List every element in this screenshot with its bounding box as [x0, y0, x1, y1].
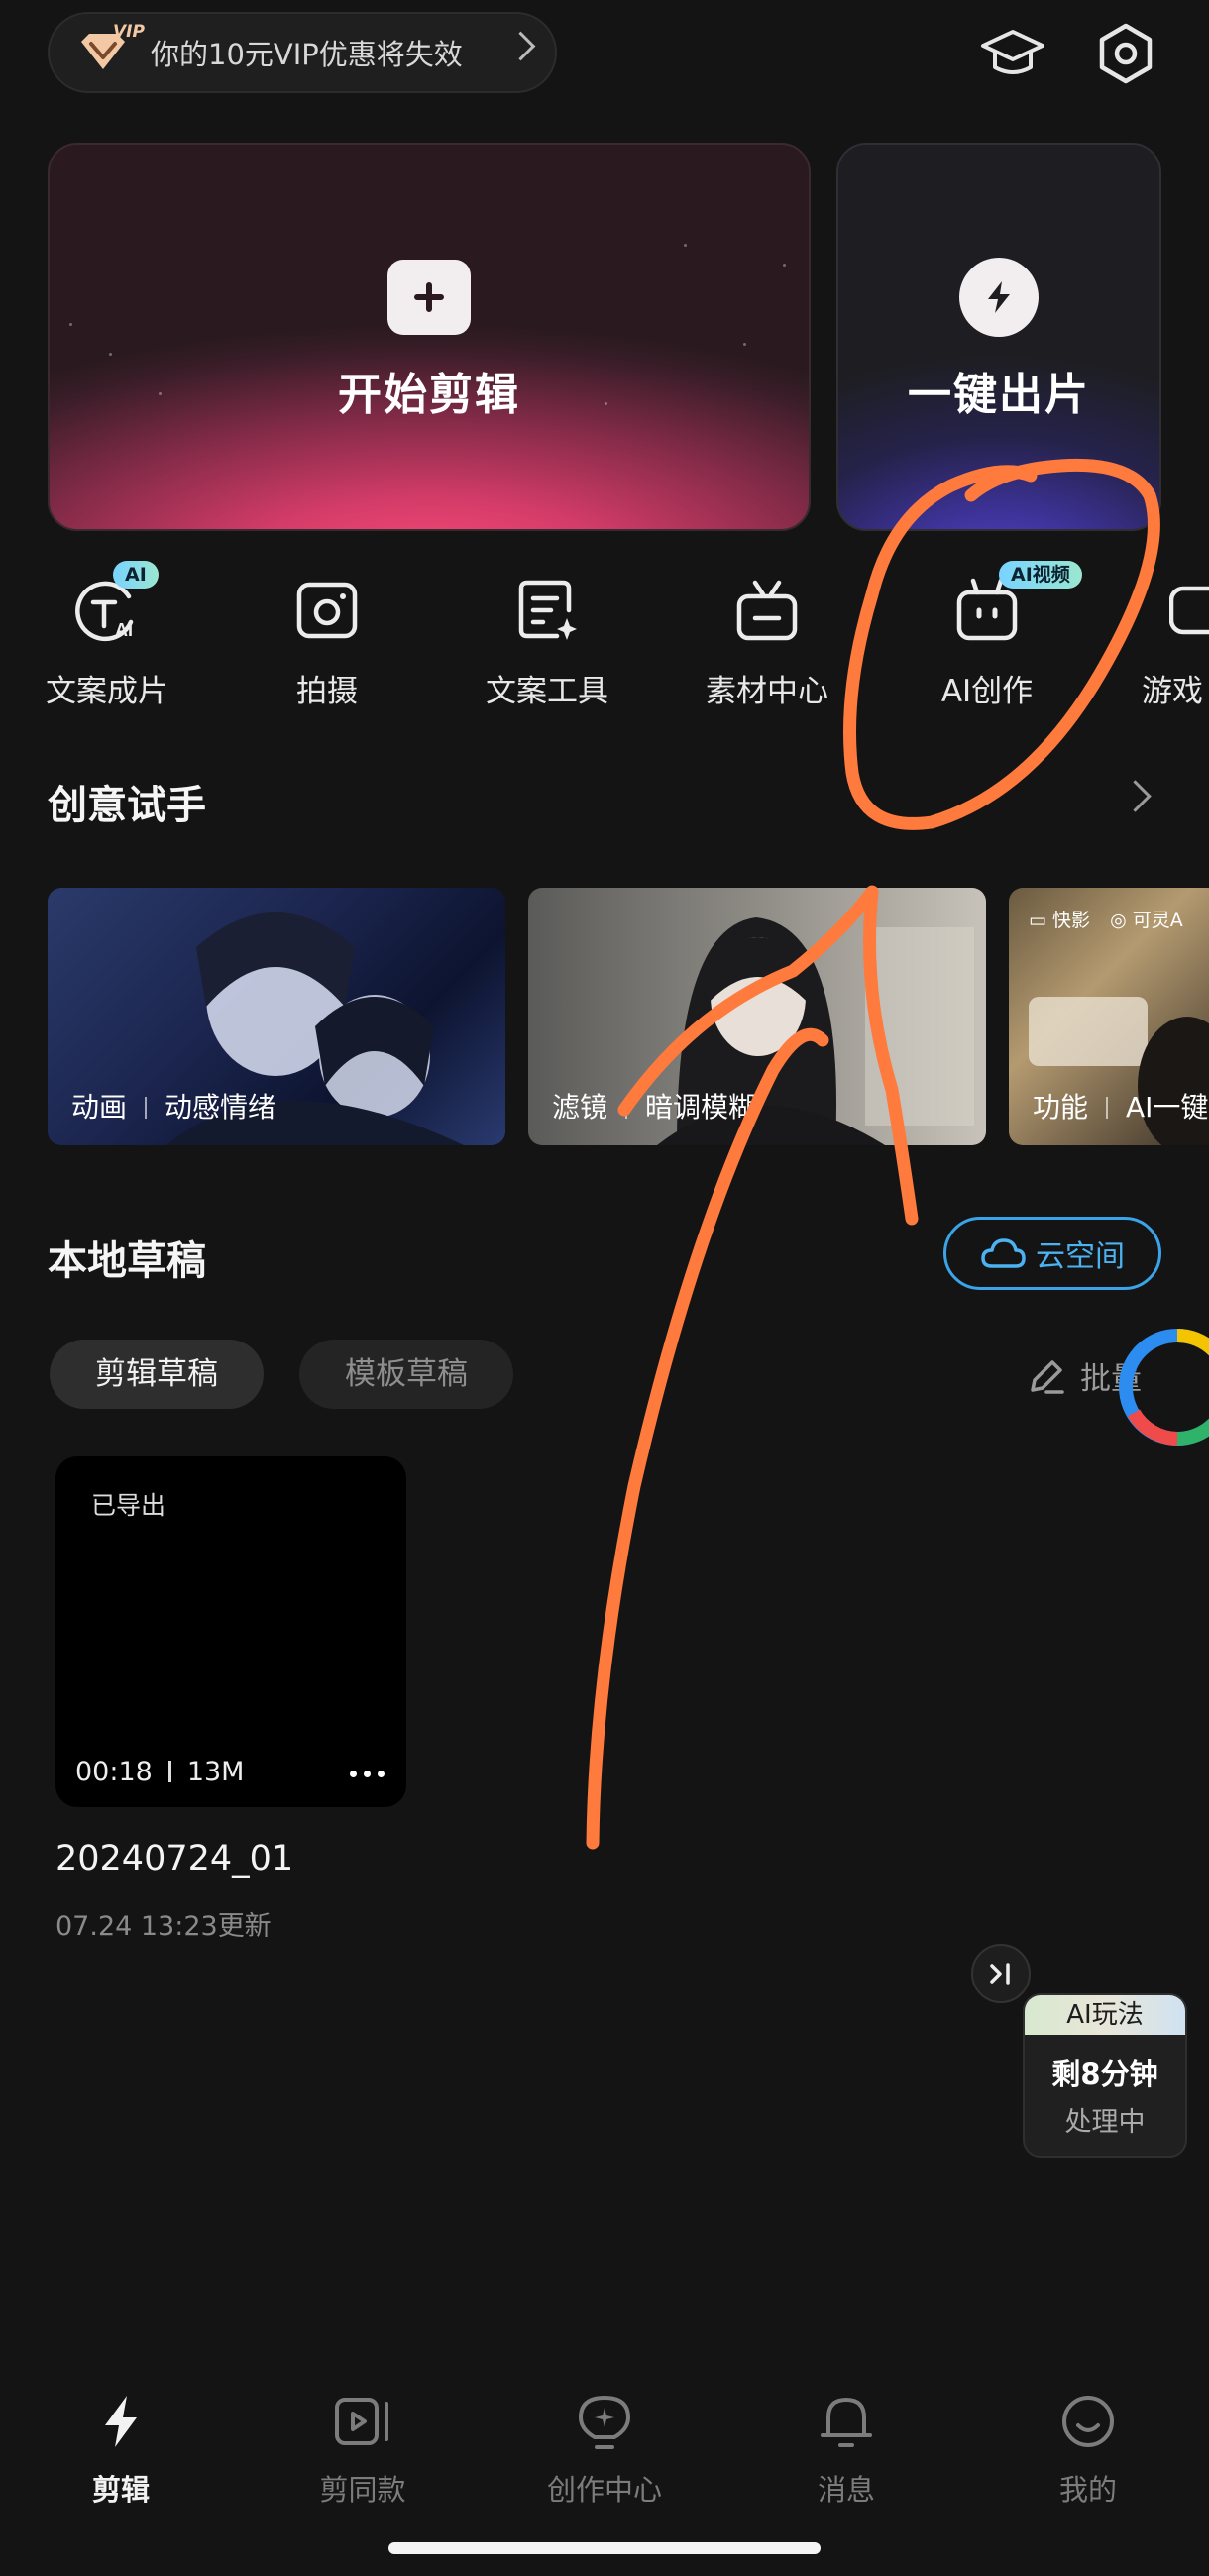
game-icon [1168, 575, 1209, 646]
tile-tag: 滤镜 [552, 1091, 608, 1124]
smiley-icon [1062, 2396, 1114, 2447]
vip-badge: VIP [113, 22, 145, 42]
shortcut-ai-creation[interactable]: AI视频 AI创作 [888, 561, 1086, 713]
nav-profile[interactable]: 我的 [999, 2390, 1177, 2509]
ai-play-progress-widget[interactable]: AI玩法 剩8分钟 处理中 [1023, 1993, 1187, 2158]
shortcut-label: AI创作 [940, 674, 1034, 709]
kling-label: 可灵A [1132, 910, 1183, 931]
nav-same-style[interactable]: 剪同款 [274, 2390, 452, 2509]
tile-name: 动感情绪 [165, 1091, 276, 1124]
ai-play-title: AI玩法 [1025, 1995, 1185, 2035]
shortcut-label: 文案工具 [486, 674, 608, 709]
tile-tag: 动画 [71, 1091, 128, 1124]
chevron-right-icon [505, 31, 536, 61]
robot-icon: AI视频 [951, 561, 1082, 646]
cloud-icon [981, 1238, 1026, 1268]
bulb-icon [579, 2396, 630, 2449]
shortcut-label: 文案成片 [46, 674, 168, 709]
one-click-label: 一键出片 [908, 370, 1090, 420]
tab-edit-drafts[interactable]: 剪辑草稿 [50, 1340, 264, 1409]
tile-caption: 滤镜 暗调模糊 [552, 1086, 756, 1126]
lightning-icon [959, 258, 1039, 337]
draft-name: 20240724_01 [55, 1839, 294, 1878]
ai-video-badge: AI视频 [999, 561, 1082, 589]
creative-section-title: 创意试手 [48, 783, 206, 828]
chevron-right-icon[interactable] [1119, 780, 1152, 812]
tab-template-drafts[interactable]: 模板草稿 [299, 1340, 513, 1409]
learning-cap-icon[interactable] [975, 16, 1050, 91]
cloud-space-button[interactable]: 云空间 [943, 1217, 1161, 1290]
nav-label: 创作中心 [546, 2473, 662, 2507]
tile-caption: 功能 AI一键 [1033, 1086, 1208, 1126]
script-tool-icon [511, 575, 583, 646]
shortcut-material-center[interactable]: 素材中心 [668, 575, 866, 713]
draft-thumbnail[interactable]: 已导出 00:18 13M [55, 1456, 406, 1807]
start-edit-label: 开始剪辑 [338, 370, 520, 420]
nav-label: 剪同款 [319, 2473, 406, 2507]
draft-size: 13M [186, 1757, 245, 1787]
nav-edit[interactable]: 剪辑 [32, 2390, 210, 2509]
kling-icon: ◎ [1110, 910, 1127, 931]
start-edit-card[interactable]: 开始剪辑 [48, 143, 811, 531]
collapse-widget-button[interactable] [971, 1944, 1031, 2003]
creative-tile-feature[interactable]: ▭ 快影 ◎ 可灵A 功能 AI一键 [1009, 888, 1209, 1145]
remaining-time: 剩8分钟 [1051, 2057, 1158, 2091]
tile-caption: 动画 动感情绪 [71, 1086, 275, 1126]
ai-badge: AI [113, 561, 159, 589]
shortcut-label: 游戏 [1142, 674, 1203, 709]
shortcut-label: 素材中心 [706, 674, 828, 709]
more-options-icon[interactable] [343, 1763, 385, 1781]
tile-name: 暗调模糊 [645, 1091, 757, 1124]
nav-label: 剪辑 [91, 2473, 150, 2507]
lightning-icon [105, 2396, 137, 2447]
tile-name: AI一键 [1126, 1091, 1209, 1124]
shortcut-script-tool[interactable]: 文案工具 [448, 575, 646, 713]
exported-badge: 已导出 [91, 1491, 166, 1520]
svg-text:AI: AI [115, 620, 133, 640]
shortcut-label: 拍摄 [296, 674, 358, 709]
nav-label: 消息 [817, 2473, 875, 2507]
draft-meta: 00:18 13M [75, 1757, 244, 1787]
pencil-icon [1031, 1359, 1064, 1394]
draft-duration: 00:18 [75, 1757, 153, 1787]
shortcut-text-to-video[interactable]: AI AI 文案成片 [8, 561, 206, 713]
collapse-right-icon [990, 1963, 1010, 1985]
settings-icon[interactable] [1088, 16, 1163, 91]
shortcut-camera[interactable]: 拍摄 [228, 575, 426, 713]
video-cam-icon: ▭ [1029, 910, 1046, 931]
nav-creator-center[interactable]: 创作中心 [515, 2390, 694, 2509]
home-indicator [388, 2542, 821, 2554]
processing-status: 处理中 [1064, 2107, 1146, 2138]
local-drafts-title: 本地草稿 [48, 1238, 206, 1284]
cloud-space-label: 云空间 [1036, 1239, 1125, 1274]
draft-updated-time: 07.24 13:23更新 [55, 1911, 272, 1942]
vip-offer-banner[interactable]: VIP 你的10元VIP优惠将失效 [48, 12, 557, 93]
floating-ball-icon[interactable] [1114, 1324, 1209, 1452]
plus-icon [387, 260, 471, 335]
creative-tile-filter[interactable]: 滤镜 暗调模糊 [528, 888, 986, 1145]
vip-offer-text: 你的10元VIP优惠将失效 [151, 38, 463, 71]
nav-label: 我的 [1058, 2473, 1117, 2507]
material-center-icon [731, 575, 803, 646]
one-click-video-card[interactable]: 一键出片 [836, 143, 1161, 531]
tile-tag: 功能 [1033, 1091, 1089, 1124]
bell-icon [821, 2398, 872, 2447]
kuaiying-label: 快影 [1052, 910, 1091, 931]
creative-tile-animation[interactable]: 动画 动感情绪 [48, 888, 505, 1145]
vip-heart-icon: VIP [73, 22, 145, 77]
tile-brand-marks: ▭ 快影 ◎ 可灵A [1029, 906, 1183, 932]
shortcut-game[interactable]: 游戏 [1108, 575, 1209, 713]
text-to-video-icon: AI AI [71, 561, 159, 646]
video-play-icon [335, 2398, 388, 2445]
nav-messages[interactable]: 消息 [757, 2390, 935, 2509]
camera-icon [291, 575, 363, 646]
